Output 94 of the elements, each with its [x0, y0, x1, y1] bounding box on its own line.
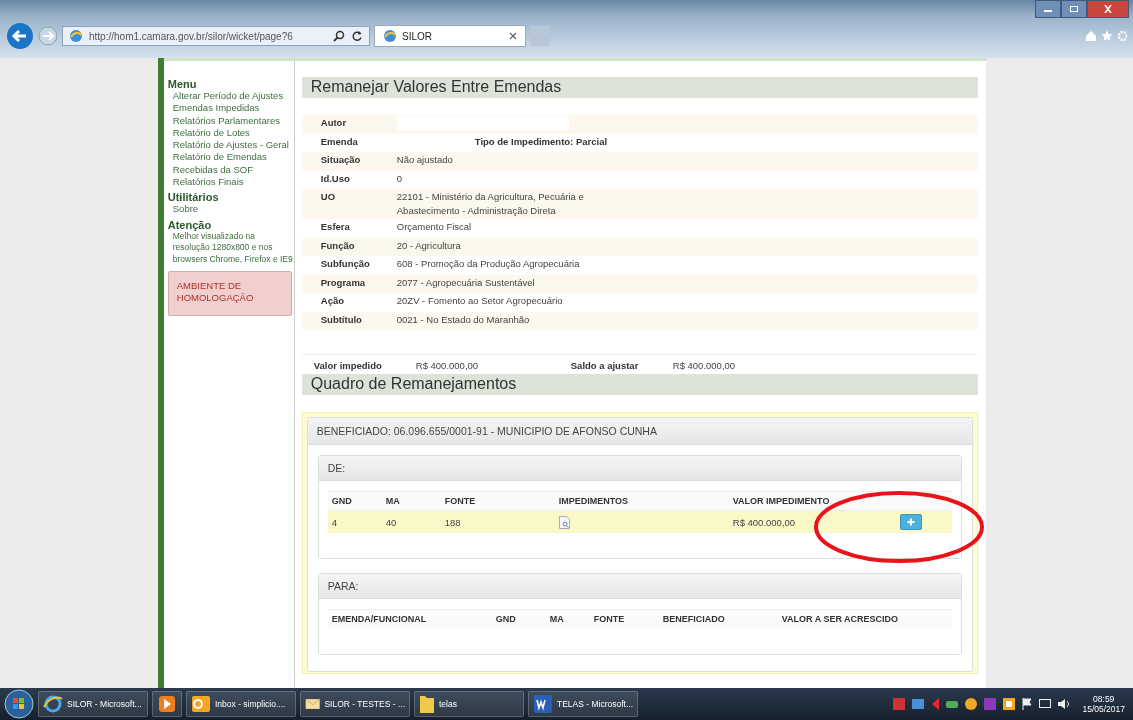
sidebar-link[interactable]: Relatório de Ajustes - Geral	[167, 139, 294, 152]
column-header: MA	[548, 614, 565, 624]
flag-icon	[1021, 697, 1034, 711]
table-cell-text: 4	[330, 516, 339, 528]
field-label: Função	[319, 238, 356, 253]
field-label: Ação	[319, 294, 345, 308]
back-icon[interactable]	[6, 22, 34, 50]
table-cell-text: R$ 400.000,00	[731, 516, 797, 528]
field-value: Orçamento Fiscal	[396, 220, 473, 234]
column-header: GND	[494, 614, 517, 624]
field-value: 22101 - Ministério da Agricultura, Pecuária e Abastecimento - Administração Direta	[396, 190, 585, 218]
field-value: 0021 - No Estado do Maranhão	[396, 312, 531, 327]
panel-heading: DE:	[318, 456, 961, 481]
globe-icon	[69, 29, 83, 43]
close-button[interactable]	[1087, 0, 1129, 18]
field-label: Subtítulo	[319, 312, 363, 327]
taskbar-button[interactable]: TELAS - Microsoft...	[528, 691, 638, 717]
sidebar-heading: Atenção	[167, 218, 213, 231]
section-title: Quadro de Remanejamentos	[301, 374, 978, 395]
field-label: Id.Uso	[319, 171, 351, 186]
column-header: VALOR A SER ACRESCIDO	[780, 614, 900, 624]
document-app-icon	[533, 694, 553, 714]
browser-icon	[43, 694, 63, 714]
column-header: FONTE	[443, 496, 477, 506]
summary-label: Valor impedido	[313, 360, 383, 371]
page-title: Remanejar Valores Entre Emendas	[301, 77, 978, 98]
table-cell-text: 188	[443, 516, 462, 528]
maximize-button[interactable]	[1061, 0, 1087, 18]
field-label: Autor	[319, 116, 348, 130]
field-value: Tipo de Impedimento: Parcial	[473, 134, 608, 149]
taskbar-button[interactable]: Inbox - simplicio....	[186, 691, 296, 717]
network-icon	[911, 697, 926, 711]
taskbar-button[interactable]: telas	[414, 691, 524, 717]
column-header: EMENDA/FUNCIONAL	[330, 614, 428, 624]
taskbar-button[interactable]: SILOR - TESTES - ...	[300, 691, 410, 717]
plus-icon	[906, 518, 915, 526]
field-value: 0	[396, 171, 404, 186]
field-value: 608 - Promoção da Produção Agropecuária	[396, 257, 581, 271]
search-icon[interactable]	[333, 30, 345, 42]
summary-label: Saldo a ajustar	[570, 360, 640, 371]
star-icon[interactable]	[1101, 30, 1113, 42]
clock-time[interactable]: 08:59	[1093, 694, 1115, 704]
field-value: 2077 - Agropecuária Sustentável	[396, 275, 536, 290]
table-cell-text: 40	[384, 516, 398, 528]
field-value: 20 - Agricultura	[396, 238, 462, 253]
sidebar-link[interactable]: Relatórios Finais	[167, 176, 294, 189]
minimize-button[interactable]	[1035, 0, 1061, 18]
field-label: Esfera	[319, 220, 351, 234]
address-field[interactable]: http://hom1.camara.gov.br/silor/wicket/page?6	[62, 26, 370, 46]
sidebar-link[interactable]: Sobre	[167, 203, 294, 216]
mail-app-icon	[191, 694, 211, 714]
beneficiary-heading: BENEFICIADO: 06.096.655/0001-91 - MUNICIPIO DE AFONSO CUNHA	[307, 418, 972, 445]
add-button[interactable]	[899, 514, 922, 530]
clock-date[interactable]: 15/05/2017	[1082, 704, 1125, 714]
column-header: MA	[384, 496, 401, 506]
globe-icon	[383, 29, 397, 43]
panel-heading: PARA:	[318, 574, 961, 599]
start-button[interactable]	[4, 689, 34, 719]
maximize-icon	[1069, 5, 1079, 13]
environment-badge: AMBIENTE DE HOMOLOGAÇÃO	[167, 271, 292, 317]
field-value: 20ZV - Fomento ao Setor Agropecuário	[396, 294, 564, 308]
browser-tab[interactable]: SILOR	[374, 25, 526, 47]
field-label: UO	[319, 190, 336, 204]
field-label: Situação	[319, 153, 362, 167]
column-header: GND	[330, 496, 353, 506]
sidebar-heading: Menu	[167, 78, 198, 90]
speaker-icon	[930, 697, 941, 711]
monitor-icon	[1038, 697, 1053, 711]
field-label: Subfunção	[319, 257, 371, 271]
taskbar-button[interactable]: SILOR - Microsoft...	[38, 691, 148, 717]
folder-icon	[419, 694, 435, 714]
close-tab-icon[interactable]	[509, 32, 517, 40]
column-header: BENEFICIADO	[661, 614, 726, 624]
envelope-icon	[305, 696, 321, 712]
notice-text: Melhor visualizado na resolução 1280x800 e nos browsers Chrome, Firefox e IE9	[172, 230, 294, 266]
summary-value: R$ 400.000,00	[672, 360, 737, 371]
refresh-icon[interactable]	[351, 30, 363, 42]
summary-value: R$ 400.000,00	[415, 360, 480, 371]
column-header: IMPEDIMENTOS	[557, 496, 630, 506]
sidebar-link[interactable]: Relatório de Lotes	[167, 126, 294, 140]
column-header: VALOR IMPEDIMENTO	[731, 496, 831, 506]
sidebar-link[interactable]: Alterar Período de Ajustes	[167, 90, 294, 103]
sidebar-link[interactable]: Emendas Impedidas	[167, 102, 294, 115]
field-label: Emenda	[319, 134, 359, 149]
sidebar-link[interactable]: Relatório de Emendas Recebidas da SOF	[167, 151, 294, 177]
sidebar-link[interactable]: Relatórios Parlamentares	[167, 114, 294, 127]
taskbar-button[interactable]	[152, 691, 182, 717]
volume-icon	[1057, 697, 1072, 711]
field-label: Programa	[319, 275, 367, 290]
column-header: FONTE	[592, 614, 626, 624]
media-player-icon	[158, 695, 176, 713]
sidebar-heading: Utilitários	[167, 191, 220, 204]
field-value: Não ajustado	[396, 153, 454, 167]
close-icon	[1103, 5, 1113, 13]
